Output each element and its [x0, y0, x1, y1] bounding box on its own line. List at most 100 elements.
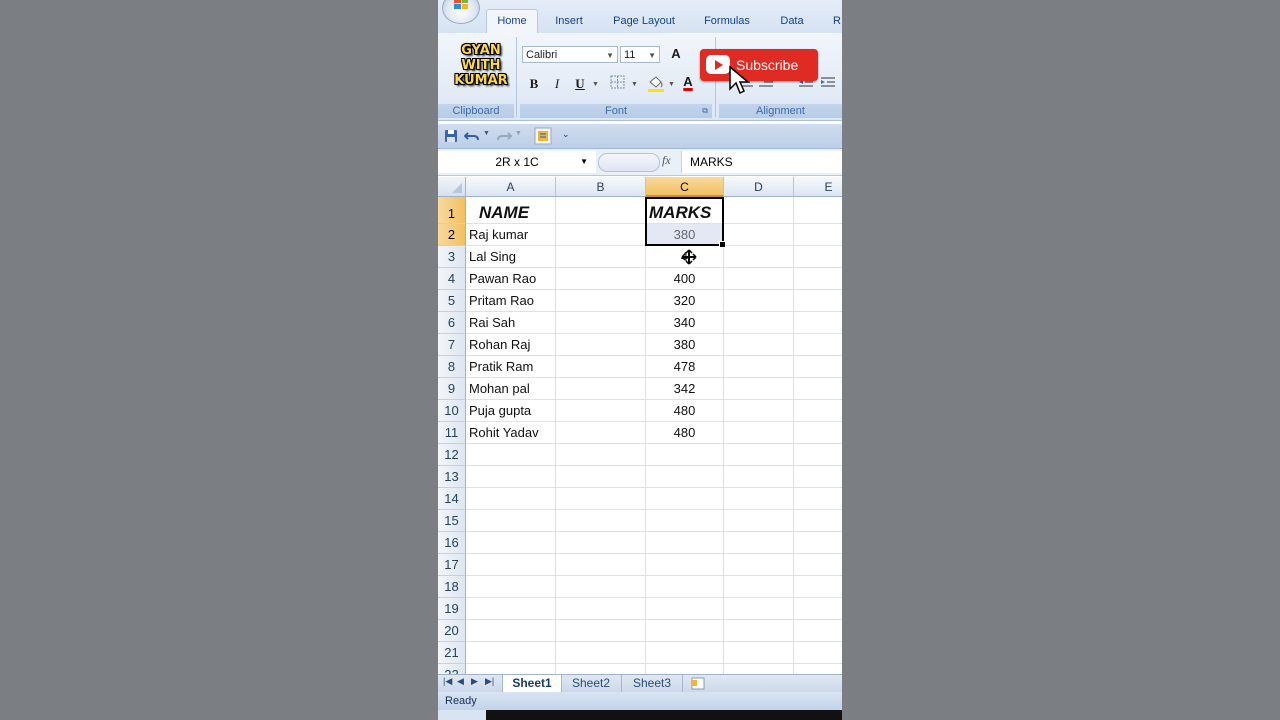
- row-header[interactable]: 6: [438, 312, 466, 334]
- cell[interactable]: [556, 224, 646, 246]
- cell[interactable]: [724, 400, 794, 422]
- cell[interactable]: [724, 334, 794, 356]
- prev-sheet-icon[interactable]: ◀: [457, 676, 464, 687]
- cell[interactable]: [794, 246, 842, 268]
- cell-name[interactable]: Mohan pal: [466, 378, 556, 400]
- cell[interactable]: [724, 554, 794, 576]
- cell[interactable]: [556, 532, 646, 554]
- chevron-down-icon[interactable]: ▼: [668, 81, 675, 88]
- cell[interactable]: [556, 444, 646, 466]
- cell[interactable]: [646, 488, 724, 510]
- cell[interactable]: [724, 312, 794, 334]
- cell[interactable]: [794, 620, 842, 642]
- chevron-down-icon[interactable]: ▼: [515, 130, 522, 137]
- cell[interactable]: [466, 598, 556, 620]
- cell[interactable]: [794, 356, 842, 378]
- cell[interactable]: [724, 488, 794, 510]
- cell[interactable]: [794, 290, 842, 312]
- row-header[interactable]: 9: [438, 378, 466, 400]
- cell[interactable]: [556, 400, 646, 422]
- cell[interactable]: [466, 576, 556, 598]
- cell-header-marks[interactable]: MARKS: [646, 197, 724, 224]
- italic-button[interactable]: I: [547, 74, 567, 94]
- cell[interactable]: [556, 334, 646, 356]
- cell[interactable]: [794, 576, 842, 598]
- sheet-tab-sheet3[interactable]: Sheet3: [622, 675, 683, 692]
- cell[interactable]: [724, 620, 794, 642]
- cell[interactable]: [724, 290, 794, 312]
- cell[interactable]: [646, 554, 724, 576]
- cell[interactable]: [556, 268, 646, 290]
- cell[interactable]: [794, 422, 842, 444]
- cell[interactable]: [724, 422, 794, 444]
- insert-function-icon[interactable]: fx: [662, 153, 671, 168]
- tab-page-layout[interactable]: Page Layout: [608, 12, 680, 33]
- cell[interactable]: [794, 378, 842, 400]
- cell[interactable]: [646, 444, 724, 466]
- increase-indent-button[interactable]: [818, 76, 838, 96]
- office-button[interactable]: [442, 0, 480, 24]
- cell[interactable]: [556, 466, 646, 488]
- cell[interactable]: [646, 532, 724, 554]
- row-header[interactable]: 12: [438, 444, 466, 466]
- cell[interactable]: [724, 532, 794, 554]
- tab-insert[interactable]: Insert: [548, 12, 590, 33]
- fill-color-button[interactable]: [646, 74, 666, 94]
- cell-name[interactable]: Rai Sah: [466, 312, 556, 334]
- column-header-c[interactable]: C: [646, 177, 724, 197]
- cell-name[interactable]: Pritam Rao: [466, 290, 556, 312]
- column-header-a[interactable]: A: [466, 177, 556, 197]
- cell[interactable]: [794, 532, 842, 554]
- cell[interactable]: [724, 268, 794, 290]
- cell-marks[interactable]: 480: [646, 400, 724, 422]
- grow-font-button[interactable]: A: [666, 44, 686, 64]
- cell-name[interactable]: Rohit Yadav: [466, 422, 556, 444]
- first-sheet-icon[interactable]: |◀: [443, 676, 452, 687]
- row-header[interactable]: 19: [438, 598, 466, 620]
- cell-name[interactable]: Pratik Ram: [466, 356, 556, 378]
- cell[interactable]: [724, 642, 794, 664]
- last-sheet-icon[interactable]: ▶|: [485, 676, 494, 687]
- cell[interactable]: [794, 268, 842, 290]
- chevron-down-icon[interactable]: ▼: [592, 81, 599, 88]
- cell[interactable]: [794, 598, 842, 620]
- undo-icon[interactable]: [464, 129, 480, 143]
- redo-icon[interactable]: [496, 129, 512, 143]
- customize-toolbar-icon[interactable]: ⌄: [562, 129, 570, 140]
- cell-marks[interactable]: 478: [646, 356, 724, 378]
- cell-marks[interactable]: 342: [646, 378, 724, 400]
- cell[interactable]: [794, 444, 842, 466]
- cell[interactable]: [556, 312, 646, 334]
- cell-marks[interactable]: 380: [646, 334, 724, 356]
- cell[interactable]: [724, 466, 794, 488]
- column-header-d[interactable]: D: [724, 177, 794, 197]
- tab-home[interactable]: Home: [486, 9, 538, 34]
- cell[interactable]: [556, 378, 646, 400]
- cell-name[interactable]: Pawan Rao: [466, 268, 556, 290]
- cell[interactable]: [556, 488, 646, 510]
- row-header[interactable]: 8: [438, 356, 466, 378]
- row-header[interactable]: 10: [438, 400, 466, 422]
- cell-name[interactable]: Rohan Raj: [466, 334, 556, 356]
- font-size-combo[interactable]: 11 ▼: [620, 46, 660, 63]
- cell[interactable]: [556, 642, 646, 664]
- cell[interactable]: [724, 576, 794, 598]
- chevron-down-icon[interactable]: ▼: [483, 130, 490, 137]
- cell[interactable]: [556, 197, 646, 224]
- cell[interactable]: [556, 510, 646, 532]
- row-header[interactable]: 16: [438, 532, 466, 554]
- formula-bar-splitter[interactable]: [598, 153, 660, 172]
- cell[interactable]: [646, 642, 724, 664]
- cell[interactable]: [466, 444, 556, 466]
- cell[interactable]: [724, 356, 794, 378]
- row-header[interactable]: 7: [438, 334, 466, 356]
- cell[interactable]: [466, 620, 556, 642]
- sort-filter-icon[interactable]: [534, 127, 552, 145]
- row-header[interactable]: 17: [438, 554, 466, 576]
- row-header[interactable]: 18: [438, 576, 466, 598]
- row-header[interactable]: 13: [438, 466, 466, 488]
- cell[interactable]: [724, 510, 794, 532]
- cell[interactable]: [646, 620, 724, 642]
- cell[interactable]: [724, 224, 794, 246]
- chevron-down-icon[interactable]: ▼: [631, 81, 638, 88]
